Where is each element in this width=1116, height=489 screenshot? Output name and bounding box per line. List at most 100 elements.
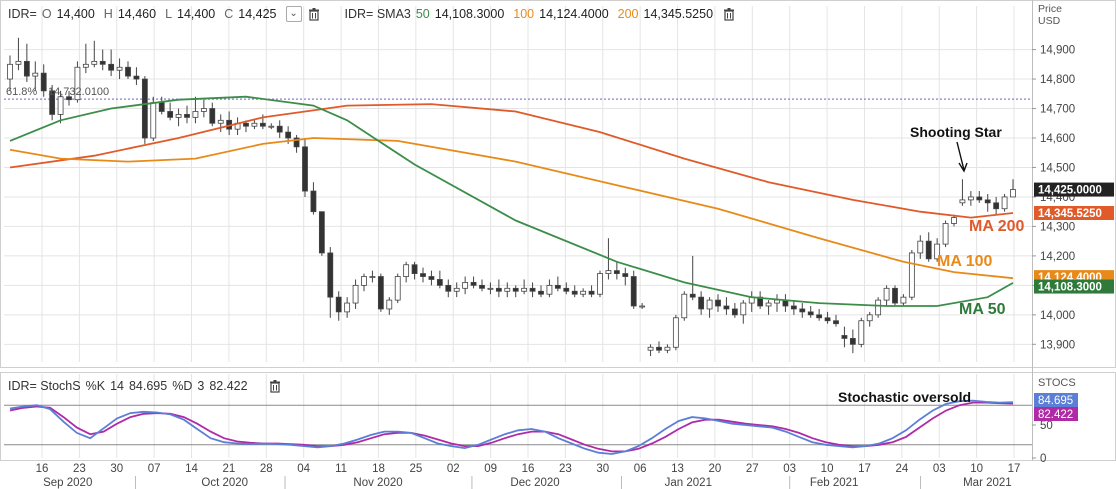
candle-body [15,60,22,65]
ma50-flag: 14,108.3000 [1038,282,1102,294]
ma100-line [9,137,1014,280]
stoch-tick-label: 50 [1040,420,1053,432]
price-tick-label: 14,000 [1040,310,1075,322]
month-label: Sep 2020 [43,477,92,489]
candle-body [554,284,561,289]
candle-body [302,146,308,192]
sma50-value: 14,108.3000 [434,7,505,21]
fib-level-value-label: 14,732.0100 [48,86,109,98]
trash-icon[interactable] [307,7,321,21]
x-tick-label: 03 [933,463,946,475]
ma50-annotation: MA 50 [959,301,1006,318]
candle-body [1001,196,1008,210]
candle-body [445,284,452,292]
candle-body [462,282,469,289]
month-label: Feb 2021 [810,477,859,489]
fib-level-label: 61.8% [6,86,37,98]
candle-body [731,308,738,316]
candle-body [706,299,713,310]
x-tick-label: 18 [372,463,385,475]
candle-body [605,270,612,274]
x-tick-label: 23 [559,463,572,475]
candle-body [209,108,216,124]
candle-body [521,287,528,292]
candle-body [951,217,957,224]
candle-body [394,276,401,301]
open-value: 14,400 [56,7,95,21]
candle-body [622,273,629,277]
price-legend: IDR= O 14,400 H 14,460 L 14,400 C 14,425… [8,6,736,22]
x-tick-label: 03 [783,463,796,475]
candle-body [512,287,519,292]
low-label: L [165,7,173,21]
ma100-annotation: MA 100 [937,253,993,270]
price-tick-label: 13,900 [1040,339,1075,351]
shooting-star-arrow [956,141,968,173]
price-tick-label: 14,600 [1040,133,1075,145]
candle-body [765,302,772,307]
candle-body [158,102,165,112]
candle-body [597,273,603,295]
candle-body [849,338,856,345]
candle-body [251,122,258,127]
chevron-down-icon[interactable]: ⌄ [285,6,302,22]
candle-body [285,131,292,139]
close-price-flag: 14,425.0000 [1038,185,1102,197]
open-label: O [41,7,52,21]
stoch-d-value: 82.422 [209,379,248,393]
candle-body [108,63,115,71]
candle-body [984,199,991,204]
candle-body [790,305,797,310]
candle-body [352,284,359,304]
price-tick-label: 14,200 [1040,251,1075,263]
candle-body [664,346,671,351]
candle-body [495,287,502,292]
candle-body [420,273,426,277]
candle-body [639,305,646,308]
candle-body [82,63,89,68]
price-tick-label: 14,300 [1040,221,1075,233]
price-tick-label: 14,800 [1040,74,1075,86]
trash-icon[interactable] [722,7,736,21]
candle-body [23,60,30,77]
candle-body [217,119,224,124]
candle-body [875,299,882,316]
candle-body [816,314,823,319]
candle-body [200,108,207,112]
candle-body [192,111,199,118]
x-tick-label: 21 [223,463,236,475]
candle-body [656,346,662,351]
x-tick-label: 27 [746,463,759,475]
candle-body [133,75,140,80]
low-value: 14,400 [177,7,216,21]
x-tick-label: 10 [821,463,834,475]
trash-icon[interactable] [268,379,282,393]
stoch-axis-title: STOCS [1038,377,1076,389]
month-label: Mar 2021 [963,477,1012,489]
candle-body [310,190,317,213]
x-tick-label: 14 [185,463,198,475]
candle-body [715,299,721,307]
x-tick-label: 13 [671,463,684,475]
candle-body [563,287,570,292]
stoch-label: IDR= StochS [8,379,81,393]
close-label: C [224,7,234,21]
candle-body [917,240,924,254]
high-label: H [103,7,113,21]
price-tick-label: 14,700 [1040,104,1075,116]
candle-body [487,287,494,290]
candle-body [529,287,536,292]
candle-body [892,287,898,304]
month-label: Dec 2020 [510,477,559,489]
stoch-k-flag: 84.695 [1038,395,1073,407]
candle-body [479,284,485,289]
x-tick-label: 20 [709,463,722,475]
symbol-label: IDR= [8,7,37,21]
candle-body [361,276,367,286]
candle-body [504,287,511,292]
candle-body [807,311,814,316]
sma100-label: 100 [513,7,535,21]
candle-body [959,199,966,204]
candle-body [377,276,384,310]
stoch-k-value: 84.695 [128,379,168,393]
